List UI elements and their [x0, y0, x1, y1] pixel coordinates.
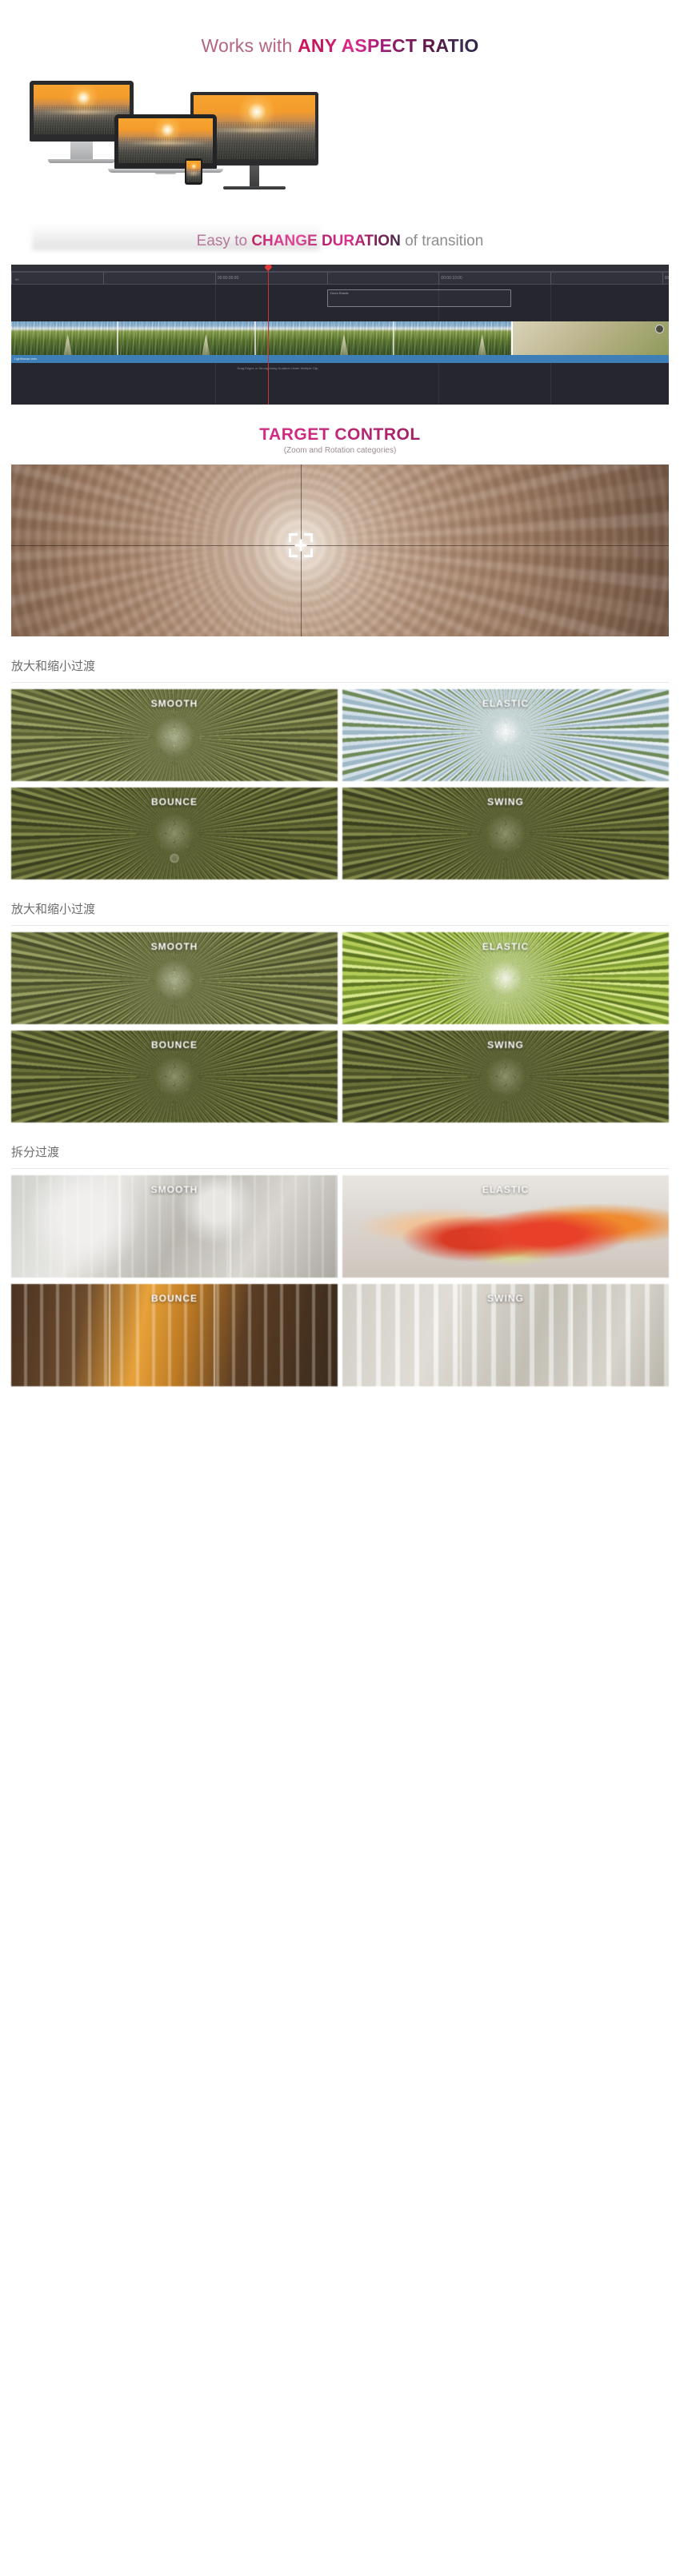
- split-label-swing: SWING: [487, 1293, 524, 1304]
- target-control-section: TARGET CONTROL (Zoom and Rotation catego…: [0, 425, 680, 636]
- target-control-preview[interactable]: [11, 465, 669, 636]
- clip-selection-title: Zoom Elastic: [330, 291, 349, 295]
- transition-tile-swing[interactable]: SWING: [342, 788, 669, 879]
- zoom-section-1-row-2: BOUNCE SWING: [11, 788, 669, 879]
- tile-label-elastic: ELASTIC: [482, 698, 530, 709]
- zoom-section-2-row-1: SMOOTH ELASTIC: [11, 932, 669, 1024]
- hero-emphasis: ANY ASPECT RATIO: [298, 35, 479, 56]
- split-tile-bounce[interactable]: BOUNCE: [11, 1284, 338, 1386]
- split-section-row-1: SMOOTH ELASTIC: [11, 1175, 669, 1278]
- duration-suffix: of transition: [400, 233, 484, 249]
- target-guide-horizontal: [11, 545, 669, 547]
- laptop-screen-sunset: [118, 118, 213, 163]
- transition-tile-smooth[interactable]: SMOOTH: [11, 689, 338, 781]
- duration-section: Easy to CHANGE DURATION of transition 00…: [0, 233, 680, 405]
- tile-label-smooth-2: SMOOTH: [150, 941, 198, 952]
- zoom-section-2-row-2: BOUNCE SWING: [11, 1031, 669, 1123]
- imac-stand-foot: [48, 159, 115, 163]
- timeline-status-text: Drag Edges or Strong Using Duration Unde…: [237, 366, 318, 370]
- split-transitions-section: 拆分过渡 SMOOTH ELASTIC BOUNCE SWING: [0, 1143, 680, 1386]
- transition-tile-smooth-2[interactable]: SMOOTH: [11, 932, 338, 1024]
- zoom-section-1-row-1: SMOOTH ELASTIC: [11, 689, 669, 781]
- laptop-notch: [155, 173, 176, 174]
- timeline-upper-tracks[interactable]: Zoom Elastic: [11, 285, 669, 321]
- transition-tile-bounce-2[interactable]: BOUNCE: [11, 1031, 338, 1123]
- tile-label-elastic-2: ELASTIC: [482, 941, 530, 952]
- tile-label-swing-2: SWING: [487, 1039, 524, 1051]
- clip-lock-icon[interactable]: [655, 325, 664, 333]
- timeline-playhead[interactable]: [264, 265, 272, 405]
- ruler-label-3: 00:00:15:00: [664, 276, 669, 281]
- split-section-row-2: BOUNCE SWING: [11, 1284, 669, 1386]
- timeline-video-track[interactable]: [11, 321, 669, 355]
- monitor-stand-neck: [250, 165, 259, 186]
- device-phone: [185, 158, 202, 185]
- ruler-label-1: 00:00:05:00: [217, 276, 239, 281]
- tile-label-bounce: BOUNCE: [150, 796, 198, 807]
- zoom-section-1-heading: 放大和缩小过渡: [11, 660, 96, 673]
- split-tile-smooth[interactable]: SMOOTH: [11, 1175, 338, 1278]
- phone-bezel: [185, 158, 202, 185]
- timeline-panel[interactable]: 00:00:05:00 00:00:10:00 00:00:15:00 00 Z…: [11, 265, 669, 405]
- target-reticle-icon[interactable]: [288, 533, 313, 558]
- hero-section: Works with ANY ASPECT RATIO: [0, 0, 680, 250]
- zoom-transitions-section-2: 放大和缩小过渡 SMOOTH ELASTIC BOUNCE SWING: [0, 900, 680, 1123]
- transition-tile-elastic[interactable]: ELASTIC: [342, 689, 669, 781]
- split-label-bounce: BOUNCE: [150, 1293, 198, 1304]
- hero-heading: Works with ANY ASPECT RATIO: [0, 0, 680, 57]
- tile-label-swing: SWING: [487, 796, 524, 807]
- timeline-ruler[interactable]: 00:00:05:00 00:00:10:00 00:00:15:00 00: [11, 272, 669, 285]
- target-control-title: TARGET CONTROL: [0, 425, 680, 445]
- tile-watermark-badge: [170, 853, 179, 863]
- imac-stand-neck: [70, 142, 93, 159]
- monitor-stand-foot: [223, 186, 286, 189]
- video-track-end-clip[interactable]: [510, 321, 669, 355]
- ruler-origin-label: 00: [15, 277, 19, 281]
- transition-tile-bounce[interactable]: BOUNCE: [11, 788, 338, 879]
- split-label-elastic: ELASTIC: [482, 1184, 530, 1195]
- device-mockup-group: [0, 68, 680, 250]
- timeline-clip-selection[interactable]: Zoom Elastic: [326, 289, 511, 307]
- split-tile-swing[interactable]: SWING: [342, 1284, 669, 1386]
- timeline-track-name-bar: Lighthouse.mov: [11, 355, 669, 363]
- transition-tile-swing-2[interactable]: SWING: [342, 1031, 669, 1123]
- device-reflection: [32, 217, 320, 250]
- ruler-label-2: 00:00:10:00: [441, 276, 462, 281]
- split-tile-elastic[interactable]: ELASTIC: [342, 1175, 669, 1278]
- phone-screen-sunset: [186, 161, 201, 182]
- zoom-transitions-section-1: 放大和缩小过渡 SMOOTH ELASTIC BOUNCE SWING: [0, 657, 680, 879]
- timeline-lower-tracks[interactable]: Drag Edges or Strong Using Duration Unde…: [11, 363, 669, 405]
- zoom-section-2-heading: 放大和缩小过渡: [11, 903, 96, 916]
- target-control-subtitle: (Zoom and Rotation categories): [283, 446, 397, 455]
- hero-prefix: Works with: [201, 35, 298, 56]
- track-name-label: Lighthouse.mov: [14, 357, 38, 361]
- split-section-heading: 拆分过渡: [11, 1146, 60, 1159]
- split-label-smooth: SMOOTH: [150, 1184, 198, 1195]
- timeline-toolbar[interactable]: [11, 265, 669, 272]
- tile-label-smooth: SMOOTH: [150, 698, 198, 709]
- tile-label-bounce-2: BOUNCE: [150, 1039, 198, 1051]
- transition-tile-elastic-2[interactable]: ELASTIC: [342, 932, 669, 1024]
